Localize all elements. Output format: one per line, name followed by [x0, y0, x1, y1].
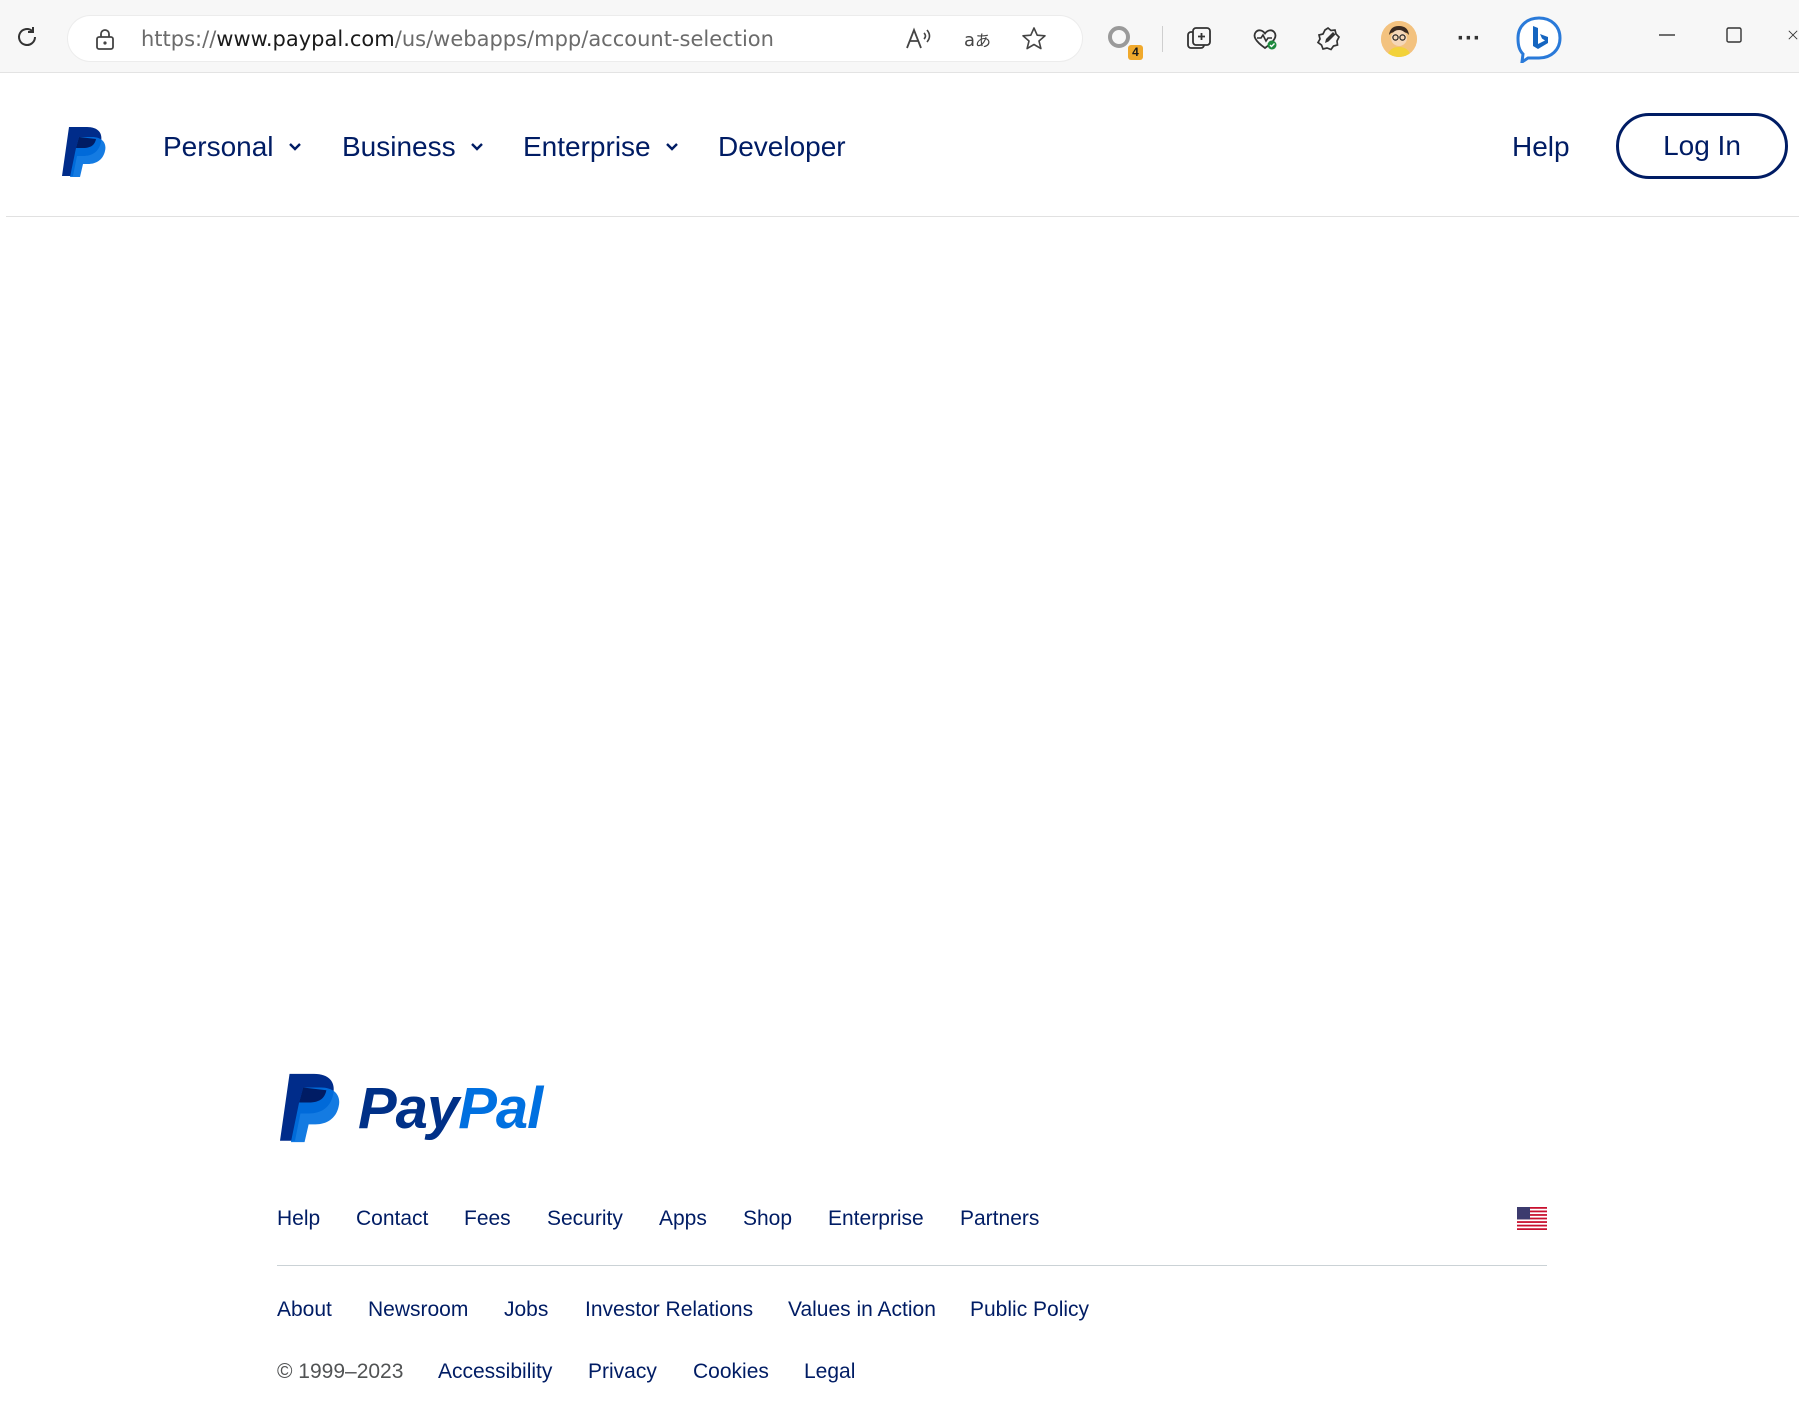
footer-divider [277, 1265, 1547, 1266]
footer-link-security[interactable]: Security [547, 1207, 623, 1231]
refresh-button[interactable] [12, 22, 42, 52]
nav-business[interactable]: Business [342, 131, 484, 163]
copyright-text: © 1999–2023 [277, 1360, 404, 1383]
bing-copilot-button[interactable] [1514, 14, 1564, 64]
svg-text:a: a [964, 30, 975, 51]
footer-link-values-in-action[interactable]: Values in Action [788, 1298, 936, 1322]
address-bar[interactable]: https://www.paypal.com/us/webapps/mpp/ac… [68, 16, 1082, 61]
chevron-down-icon [665, 142, 679, 152]
login-button[interactable]: Log In [1616, 113, 1788, 179]
chevron-down-icon [288, 142, 302, 152]
bing-chat-icon [1516, 16, 1562, 63]
nav-developer[interactable]: Developer [718, 131, 846, 163]
footer-link-legal[interactable]: Legal [804, 1360, 855, 1384]
country-selector[interactable] [1517, 1207, 1547, 1230]
more-dots-icon: ··· [1457, 25, 1481, 52]
footer-link-contact[interactable]: Contact [356, 1207, 428, 1231]
collections-icon [1187, 27, 1211, 49]
nav-enterprise-label: Enterprise [523, 131, 651, 162]
close-icon [1788, 30, 1798, 40]
footer-link-jobs[interactable]: Jobs [504, 1298, 548, 1322]
svg-text:あ: あ [975, 31, 991, 50]
url-path: /us/webapps/mpp/account-selection [394, 27, 774, 51]
paypal-monogram-icon [280, 1073, 340, 1143]
site-header: Personal Business Enterprise Developer H… [6, 72, 1799, 217]
url-domain: www.paypal.com [216, 27, 395, 51]
heart-pulse-icon [1253, 29, 1277, 50]
paypal-logo-link[interactable] [62, 126, 106, 183]
footer-link-cookies[interactable]: Cookies [693, 1360, 769, 1384]
refresh-icon [18, 27, 36, 46]
minimize-icon [1659, 34, 1675, 36]
footer-link-partners[interactable]: Partners [960, 1207, 1039, 1231]
toolbar-separator [1162, 26, 1163, 52]
translate-icon[interactable]: a あ [962, 27, 992, 51]
collections-button[interactable] [1184, 24, 1214, 54]
url-text[interactable]: https://www.paypal.com/us/webapps/mpp/ac… [141, 27, 774, 51]
window-maximize-button[interactable] [1719, 20, 1749, 50]
paypal-monogram-icon [62, 127, 106, 177]
nav-personal[interactable]: Personal [163, 131, 302, 163]
window-minimize-button[interactable] [1652, 20, 1682, 50]
window-close-button[interactable] [1787, 20, 1799, 50]
maximize-icon [1726, 27, 1742, 43]
footer-link-investor-relations[interactable]: Investor Relations [585, 1298, 753, 1322]
footer-link-privacy[interactable]: Privacy [588, 1360, 657, 1384]
footer-paypal-logo[interactable]: PayPal [280, 1072, 543, 1144]
browser-essentials-button[interactable] [1250, 24, 1280, 54]
favorite-star-icon[interactable] [1020, 27, 1048, 51]
us-flag-icon [1517, 1207, 1547, 1230]
settings-more-button[interactable]: ··· [1452, 24, 1486, 54]
footer-link-fees[interactable]: Fees [464, 1207, 511, 1231]
footer-link-help[interactable]: Help [277, 1207, 320, 1231]
lock-icon[interactable] [92, 27, 118, 51]
footer-link-apps[interactable]: Apps [659, 1207, 707, 1231]
url-scheme: https:// [141, 27, 217, 51]
footer-link-shop[interactable]: Shop [743, 1207, 792, 1231]
read-aloud-icon[interactable] [904, 27, 934, 51]
workspaces-button[interactable] [1313, 24, 1343, 54]
nav-enterprise[interactable]: Enterprise [523, 131, 679, 163]
browser-toolbar: https://www.paypal.com/us/webapps/mpp/ac… [0, 0, 1799, 73]
nav-business-label: Business [342, 131, 456, 162]
nav-personal-label: Personal [163, 131, 274, 162]
paypal-wordmark: PayPal [358, 1075, 543, 1141]
edit-badge-icon [1316, 26, 1341, 51]
profile-avatar[interactable] [1381, 21, 1417, 57]
footer-link-newsroom[interactable]: Newsroom [368, 1298, 468, 1322]
nav-developer-label: Developer [718, 131, 846, 162]
footer-link-public-policy[interactable]: Public Policy [970, 1298, 1089, 1322]
avatar-icon [1381, 21, 1417, 57]
extension-badge: 4 [1128, 45, 1143, 60]
chevron-down-icon [470, 142, 484, 152]
footer-link-about[interactable]: About [277, 1298, 332, 1322]
footer-link-accessibility[interactable]: Accessibility [438, 1360, 552, 1384]
footer-link-enterprise[interactable]: Enterprise [828, 1207, 924, 1231]
header-help-link[interactable]: Help [1512, 131, 1570, 163]
